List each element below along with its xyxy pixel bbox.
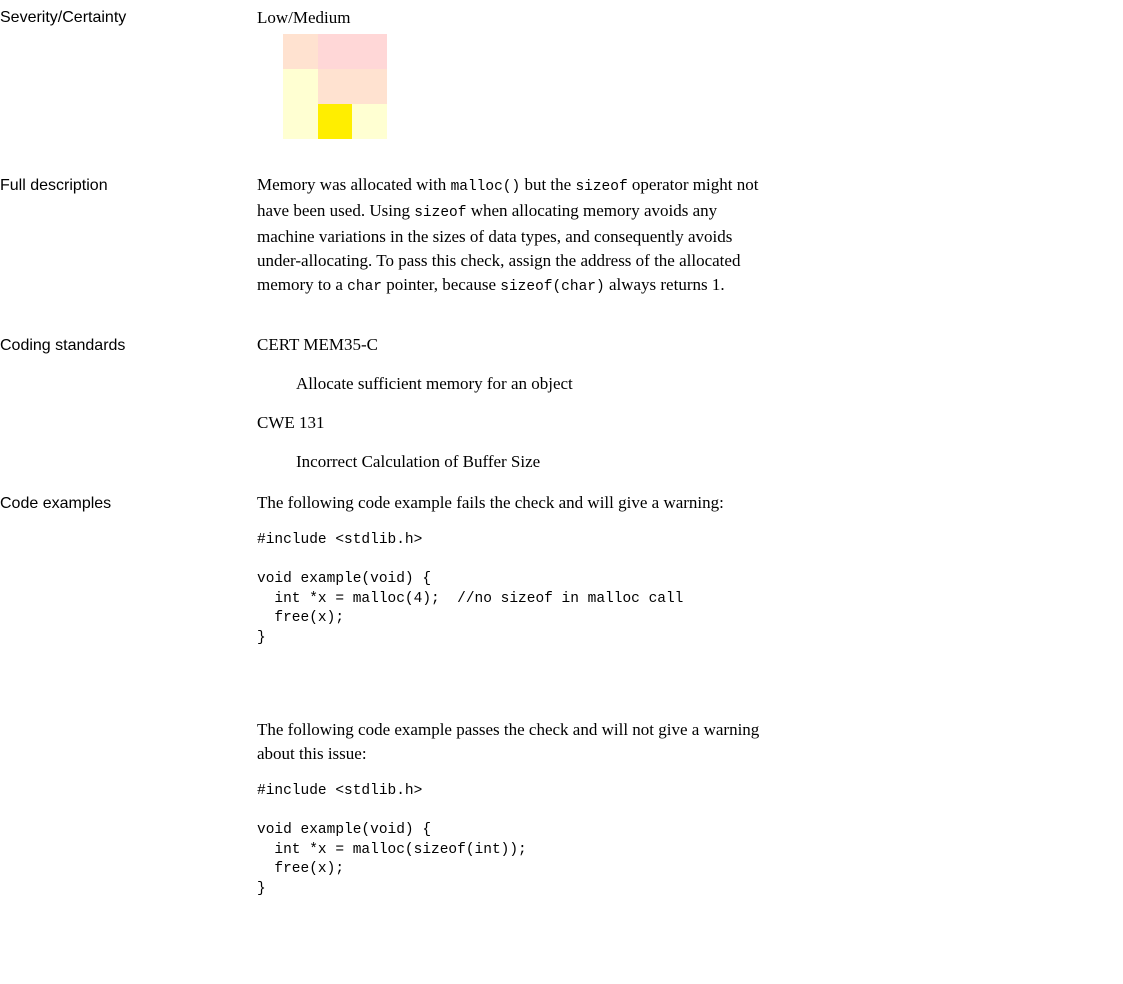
description-text: Memory was allocated with (257, 175, 451, 194)
code-sizeof-char: sizeof(char) (500, 279, 605, 295)
full-description-text: Memory was allocated with malloc() but t… (257, 173, 772, 299)
fail-code-block: #include <stdlib.h> void example(void) {… (257, 532, 684, 646)
fail-example-intro: The following code example fails the che… (257, 493, 724, 512)
matrix-cell (283, 104, 318, 139)
description-text: always returns 1. (604, 275, 725, 294)
description-text: but the (520, 175, 576, 194)
standard-description: Incorrect Calculation of Buffer Size (296, 452, 541, 471)
severity-certainty-matrix (283, 34, 387, 139)
matrix-cell (283, 34, 318, 69)
coding-standards-label: Coding standards (0, 337, 126, 354)
code-sizeof: sizeof (575, 179, 628, 195)
code-examples-label: Code examples (0, 495, 112, 512)
code-sizeof: sizeof (414, 205, 467, 221)
severity-certainty-value: Low/Medium (257, 8, 351, 27)
matrix-cell (352, 69, 387, 104)
matrix-cell (352, 34, 387, 69)
code-malloc: malloc() (450, 179, 521, 195)
description-text: pointer, because (381, 275, 501, 294)
pass-example-intro: The following code example passes the ch… (257, 720, 760, 763)
standard-id: CERT MEM35-C (257, 335, 378, 354)
full-description-label: Full description (0, 177, 108, 194)
matrix-cell (352, 104, 387, 139)
code-char: char (347, 279, 382, 295)
matrix-cell (317, 104, 353, 139)
matrix-cell (317, 34, 353, 69)
pass-code-block: #include <stdlib.h> void example(void) {… (257, 783, 527, 897)
severity-certainty-label: Severity/Certainty (0, 9, 127, 26)
standard-description: Allocate sufficient memory for an object (296, 374, 573, 393)
matrix-cell (317, 69, 353, 104)
standard-id: CWE 131 (257, 413, 325, 432)
matrix-cell (283, 69, 318, 104)
